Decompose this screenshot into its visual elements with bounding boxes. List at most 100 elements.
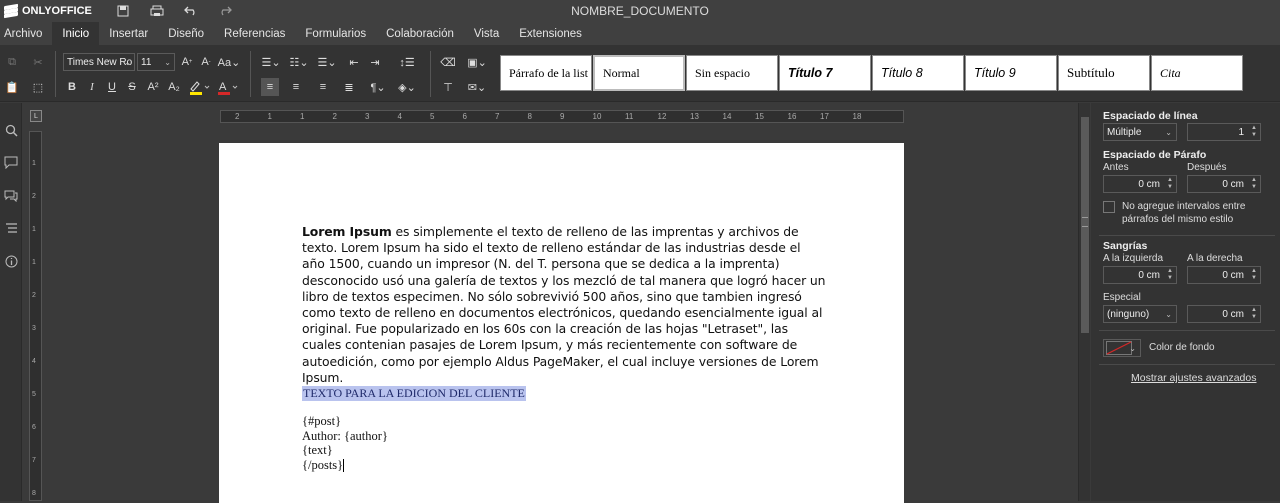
horizontal-ruler[interactable]: 2 1 1 2 3 4 5 6 7 8 9 10 11 12 13 14 15 16 17 18 [220,110,904,123]
redo-icon[interactable] [208,0,242,22]
decrease-indent-icon[interactable]: ⇤ [345,53,363,71]
advanced-settings-link[interactable]: Mostrar ajustes avanzados [1131,372,1256,384]
bullet-list-icon[interactable]: ☰⌄ [259,53,283,71]
align-right-icon[interactable]: ≡ [314,78,332,96]
spinner-icon[interactable]: ▲ ▼ [1167,177,1173,191]
highlight-color-icon[interactable] [187,78,211,96]
line-spacing-value-input[interactable]: 1 ▲ ▼ [1187,123,1261,141]
style-titulo-9[interactable]: Título 9 [965,55,1057,91]
background-color-picker[interactable]: ⌄ [1103,339,1141,357]
style-titulo-8[interactable]: Título 8 [872,55,964,91]
ruler-tick-label: 15 [755,112,764,121]
line-spacing-mode-select[interactable]: Múltiple ⌄ [1103,123,1177,141]
paste-icon[interactable]: 📋 [3,78,21,96]
menu-referencias[interactable]: Referencias [214,22,295,45]
onlyoffice-logo-icon [4,3,18,19]
color-scheme-icon[interactable]: ▣⌄ [465,53,489,71]
select-all-icon[interactable]: ⬚ [29,78,47,96]
copy-style-icon[interactable]: ⊤ [439,78,457,96]
info-icon[interactable] [3,253,19,269]
highlighted-text[interactable]: TEXTO PARA LA EDICION DEL CLIENTE [302,386,526,401]
vertical-scrollbar[interactable] [1078,103,1090,501]
menu-insertar[interactable]: Insertar [99,22,158,45]
change-case-icon[interactable]: Aa⌄ [217,53,241,71]
navigation-icon[interactable] [3,220,19,236]
comment-icon[interactable] [3,154,19,170]
spinner-icon[interactable]: ▲ ▼ [1167,268,1173,282]
font-color-icon[interactable]: A [215,78,239,96]
chat-icon[interactable] [3,187,19,203]
special-select[interactable]: (ninguno) ⌄ [1103,305,1177,323]
align-left-icon[interactable]: ≡ [261,78,279,96]
spinner-icon[interactable]: ▲ ▼ [1251,268,1257,282]
decrease-font-icon[interactable]: A- [197,53,215,71]
style-gallery: Párrafo de la list Normal Sin espacio Tí… [500,55,1243,93]
subscript-icon[interactable]: A₂ [165,78,183,96]
undo-icon[interactable] [174,0,208,22]
multilevel-list-icon[interactable]: ☰⌄ [315,53,339,71]
ruler-tick-label: 16 [787,112,797,121]
style-parrafo-lista[interactable]: Párrafo de la list [500,55,592,91]
font-name-select[interactable]: Times New Ro ⌄ [63,53,135,71]
menu-vista[interactable]: Vista [464,22,509,45]
line-spacing-icon[interactable]: ↕☰ [395,53,419,71]
style-sin-espacio[interactable]: Sin espacio [686,55,778,91]
ruler-tick-label: 2 [332,112,337,121]
special-value-input[interactable]: 0 cm ▲ ▼ [1187,305,1261,323]
special-mode-value: (ninguno) [1107,308,1150,320]
right-indent-value: 0 cm [1222,269,1244,281]
increase-indent-icon[interactable]: ⇥ [366,53,384,71]
font-size-select[interactable]: 11 ⌄ [137,53,175,71]
numbered-list-icon[interactable]: ☷⌄ [287,53,311,71]
align-center-icon[interactable]: ≡ [287,78,305,96]
no-interval-checkbox[interactable] [1103,201,1115,213]
body-paragraph[interactable]: Lorem Ipsum es simplemente el texto de r… [302,224,827,386]
spinner-icon[interactable]: ▲ ▼ [1251,125,1257,139]
style-normal[interactable]: Normal [593,55,685,91]
right-indent-input[interactable]: 0 cm ▲ ▼ [1187,266,1261,284]
menu-archivo[interactable]: Archivo [0,22,52,45]
document-page[interactable]: Lorem Ipsum es simplemente el texto de r… [219,143,904,503]
spinner-icon[interactable]: ▲ ▼ [1251,307,1257,321]
left-indent-input[interactable]: 0 cm ▲ ▼ [1103,266,1177,284]
menu-formularios[interactable]: Formularios [295,22,376,45]
chevron-down-icon: ⌄ [124,57,131,67]
background-color-label: Color de fondo [1149,342,1215,353]
justify-icon[interactable]: ≣ [340,78,358,96]
superscript-icon[interactable]: A² [144,78,162,96]
mail-merge-icon[interactable]: ✉⌄ [465,78,489,96]
paragraph-mark-icon[interactable]: ¶⌄ [366,78,390,96]
vertical-ruler[interactable]: 1 2 1 1 2 3 4 5 6 7 8 [29,131,42,501]
increase-font-icon[interactable]: A + [178,53,196,71]
menu-colaboracion[interactable]: Colaboración [376,22,464,45]
clear-style-icon[interactable]: ⌫ [439,53,457,71]
menu-inicio[interactable]: Inicio [52,22,100,45]
underline-icon[interactable]: U [103,78,121,96]
toolbar-divider [430,51,431,97]
style-subtitulo[interactable]: Subtítulo [1058,55,1150,91]
spinner-icon[interactable]: ▲ ▼ [1251,177,1257,191]
strikethrough-icon[interactable]: S [123,78,141,96]
scrollbar-thumb[interactable] [1081,117,1089,333]
style-titulo-7[interactable]: Título 7 [779,55,871,91]
after-label: Después [1187,162,1227,173]
before-input[interactable]: 0 cm ▲ ▼ [1103,175,1177,193]
bold-icon[interactable]: B [63,78,81,96]
left-sidebar [0,103,22,501]
print-icon[interactable] [140,0,174,22]
menu-extensiones[interactable]: Extensiones [509,22,592,45]
ruler-tick-label: 6 [32,424,36,431]
italic-icon[interactable]: I [83,78,101,96]
cut-icon[interactable]: ✂ [29,53,47,71]
copy-icon[interactable]: ⧉ [3,53,21,71]
shading-icon[interactable]: ◈⌄ [395,78,419,96]
style-cita[interactable]: Cita [1151,55,1243,91]
panel-divider [1099,330,1275,331]
menu-diseno[interactable]: Diseño [158,22,214,45]
tab-stop-selector[interactable]: L [30,110,42,122]
template-line: {text} [302,443,333,457]
search-icon[interactable] [3,122,19,138]
save-icon[interactable] [106,0,140,22]
after-input[interactable]: 0 cm ▲ ▼ [1187,175,1261,193]
template-block[interactable]: {#post} Author: {author} {text} {/posts} [302,414,388,473]
